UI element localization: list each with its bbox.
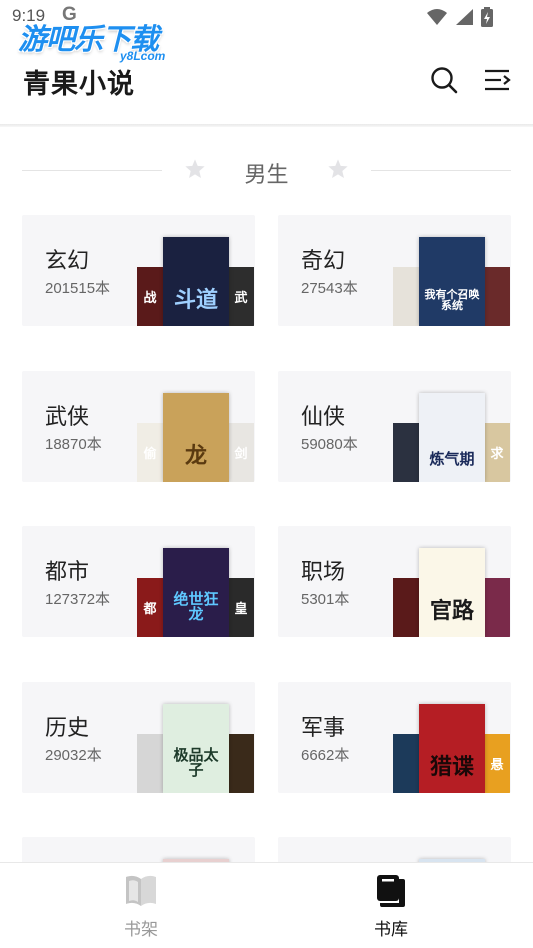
app-title: 青果小说 — [23, 69, 135, 100]
book-cover-back-right — [228, 734, 254, 793]
book-cover-title: 龙 — [184, 443, 207, 469]
book-cover-title: 战 — [143, 291, 157, 307]
category-count: 18870本 — [45, 436, 102, 453]
signal-icon — [456, 9, 473, 25]
star-icon — [328, 159, 348, 178]
nav-bookshelf-label: 书架 — [124, 920, 158, 940]
category-count: 6662本 — [301, 747, 350, 764]
nav-library[interactable]: 书库 — [351, 873, 431, 940]
category-name: 历史 — [45, 716, 90, 741]
book-cover-title: 斗道 — [173, 287, 218, 313]
book-cover-title: 武 — [234, 291, 248, 307]
category-card[interactable]: 求炼气期 仙侠 59080本 — [278, 371, 511, 482]
category-card[interactable]: 都 皇绝世狂龙 都市 127372本 — [22, 526, 255, 637]
category-name: 仙侠 — [301, 405, 346, 430]
book-cover-back-left — [393, 734, 419, 793]
book-cover-front: 炼气期 — [419, 393, 485, 482]
book-cover-title: 都 — [143, 602, 157, 618]
book-cover-back-left — [393, 423, 419, 482]
book-cover-front: 官路 — [419, 548, 485, 637]
book-cover-front: 龙 — [163, 393, 229, 482]
book-cover-title: 绝世狂龙 — [173, 589, 219, 624]
category-name: 武侠 — [45, 405, 90, 430]
book-cover-back-right: 求 — [484, 423, 510, 482]
menu-icon — [485, 69, 511, 91]
book-cover-title: 猎谍 — [429, 754, 474, 780]
book-cover-back-left — [393, 267, 419, 326]
menu-button[interactable] — [481, 64, 513, 96]
category-name: 军事 — [301, 716, 346, 741]
category-card[interactable]: 战 武斗道 玄幻 201515本 — [22, 215, 255, 326]
battery-icon — [481, 7, 493, 27]
status-icons — [427, 7, 493, 27]
category-card[interactable]: 偷 剑 龙 武侠 18870本 — [22, 371, 255, 482]
book-cover-front: 极品太子 — [163, 704, 229, 793]
book-cover-title: 剑 — [234, 447, 248, 463]
section-header: 男生 — [22, 152, 511, 190]
category-card[interactable]: 悬猎谍 军事 6662本 — [278, 682, 511, 793]
book-cover-title: 求 — [490, 447, 504, 463]
book-cover-back-right — [484, 578, 510, 637]
book-cover-front: 斗道 — [163, 237, 229, 326]
app-bar: 青果小说 — [0, 54, 533, 124]
category-count: 27543本 — [301, 280, 358, 297]
book-cover-title: 炼气期 — [429, 450, 475, 469]
book-cover-back-right: 皇 — [228, 578, 254, 637]
book-cover-title: 官路 — [429, 598, 474, 624]
book-cover-back-left — [137, 734, 163, 793]
section-title: 男生 — [244, 163, 289, 188]
category-card[interactable]: 官路 职场 5301本 — [278, 526, 511, 637]
book-open-icon — [126, 875, 156, 906]
book-cover-title: 偷 — [143, 447, 157, 463]
category-count: 59080本 — [301, 436, 358, 453]
book-cover-back-right: 悬 — [484, 734, 510, 793]
category-count: 201515本 — [45, 280, 111, 297]
search-button[interactable] — [428, 64, 460, 96]
nav-library-label: 书库 — [374, 920, 408, 940]
books-icon — [377, 875, 405, 907]
category-count: 29032本 — [45, 747, 102, 764]
nav-bookshelf[interactable]: 书架 — [101, 873, 181, 940]
book-cover-title: 我有个召唤系统 — [424, 287, 480, 313]
section-divider-right — [371, 170, 511, 171]
book-cover-back-left: 战 — [137, 267, 163, 326]
category-name: 职场 — [301, 560, 346, 585]
book-cover-front: 绝世狂龙 — [163, 548, 229, 637]
category-name: 都市 — [45, 560, 90, 585]
watermark-logo: 游吧乐下载 y8Lcom — [18, 16, 165, 63]
category-name: 玄幻 — [45, 249, 90, 274]
category-card[interactable]: 我有个召唤系统 奇幻 27543本 — [278, 215, 511, 326]
search-icon — [431, 67, 458, 94]
book-cover-back-right: 剑 — [228, 423, 254, 482]
book-cover-back-left: 偷 — [137, 423, 163, 482]
book-cover-title: 极品太子 — [173, 745, 219, 780]
book-cover-front: 猎谍 — [419, 704, 485, 793]
book-cover-back-right — [484, 267, 510, 326]
book-cover-title: 皇 — [234, 602, 248, 618]
category-card[interactable]: 极品太子 历史 29032本 — [22, 682, 255, 793]
book-cover-back-right: 武 — [228, 267, 254, 326]
book-cover-back-left — [393, 578, 419, 637]
category-count: 5301本 — [301, 591, 350, 608]
category-name: 奇幻 — [301, 249, 346, 274]
category-count: 127372本 — [45, 591, 111, 608]
book-cover-title: 悬 — [490, 758, 504, 774]
bottom-nav: 书架 书库 — [0, 862, 533, 948]
book-cover-front: 我有个召唤系统 — [419, 237, 485, 326]
book-cover-back-left: 都 — [137, 578, 163, 637]
wifi-icon — [427, 9, 447, 25]
app-bar-divider — [0, 124, 533, 127]
